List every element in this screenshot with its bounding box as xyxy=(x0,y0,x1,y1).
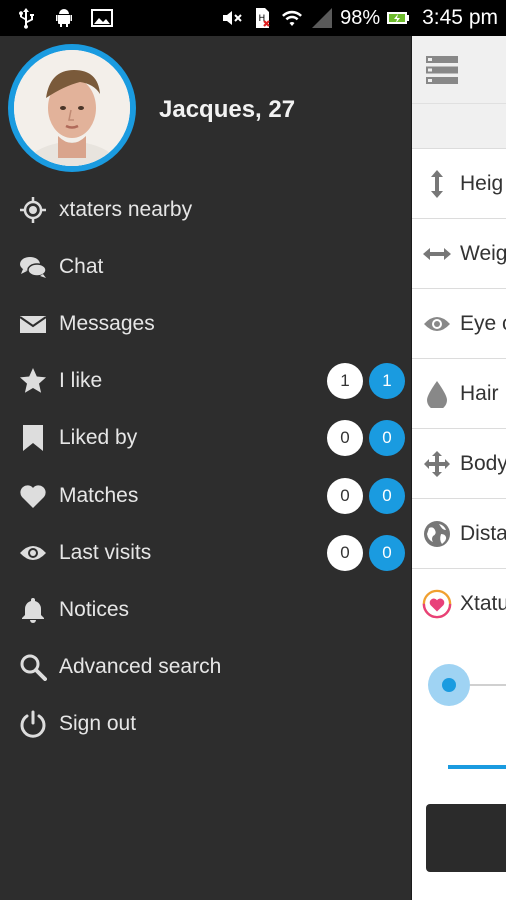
badge-group: 1 1 xyxy=(327,363,405,400)
menu-item-label: Advanced search xyxy=(59,655,222,679)
mute-icon xyxy=(223,11,242,25)
power-icon xyxy=(18,709,48,739)
app-screen: H 98% 3:45 pm Jacques, 27 xtaters nearby… xyxy=(0,0,506,900)
menu-item-matches[interactable]: Matches 0 0 xyxy=(0,467,412,524)
horizontal-arrows-icon xyxy=(422,239,452,269)
count-badge: 0 xyxy=(327,477,363,514)
heart-badge-icon xyxy=(422,589,452,619)
badge-group: 0 0 xyxy=(327,477,405,514)
vertical-arrows-icon xyxy=(422,169,452,199)
menu-item-last-visits[interactable]: Last visits 0 0 xyxy=(0,524,412,581)
list-menu-icon[interactable] xyxy=(426,56,458,84)
badge-group: 0 0 xyxy=(327,420,405,457)
attribute-label: Dista xyxy=(460,521,506,545)
menu-item-advanced-search[interactable]: Advanced search xyxy=(0,639,412,696)
menu-item-label: Notices xyxy=(59,597,130,621)
attribute-label: Heig xyxy=(460,171,504,195)
drop-icon xyxy=(422,379,452,409)
menu-item-label: Messages xyxy=(59,311,155,335)
battery-percent: 98% xyxy=(340,6,381,29)
menu-item-label: I like xyxy=(59,369,103,393)
avatar[interactable] xyxy=(8,44,136,172)
attribute-row-height[interactable]: Heig xyxy=(412,149,506,219)
attribute-row-weight[interactable]: Weig xyxy=(412,219,506,289)
attribute-label: Eye c xyxy=(460,311,506,335)
new-count-badge: 0 xyxy=(369,534,405,571)
main-content: Heig Weig Eye c Hair Body xyxy=(412,36,506,900)
attribute-label: Hair xyxy=(460,381,499,405)
bell-icon xyxy=(18,595,48,625)
attribute-label: Weig xyxy=(460,241,506,265)
new-count-badge: 0 xyxy=(369,477,405,514)
menu-item-liked-by[interactable]: Liked by 0 0 xyxy=(0,410,412,467)
menu-item-messages[interactable]: Messages xyxy=(0,295,412,352)
clock: 3:45 pm xyxy=(422,6,498,29)
profile-photo xyxy=(14,50,130,166)
signal-icon xyxy=(312,8,333,28)
android-icon xyxy=(56,9,72,27)
action-button[interactable] xyxy=(426,804,506,872)
menu-item-label: Matches xyxy=(59,483,139,507)
count-badge: 1 xyxy=(327,363,363,400)
attribute-row-eye-color[interactable]: Eye c xyxy=(412,289,506,359)
attribute-row-hair[interactable]: Hair xyxy=(412,359,506,429)
wifi-icon xyxy=(282,10,303,26)
count-badge: 0 xyxy=(327,534,363,571)
move-arrows-icon xyxy=(422,449,452,479)
sim-alert-icon: H xyxy=(256,8,270,28)
chat-bubbles-icon xyxy=(18,252,48,282)
toolbar xyxy=(412,36,506,104)
star-icon xyxy=(18,366,48,396)
attribute-label: Xtatu xyxy=(460,591,506,615)
menu-item-label: Liked by xyxy=(59,426,138,450)
new-count-badge: 0 xyxy=(369,420,405,457)
bookmark-icon xyxy=(18,423,48,453)
menu-item-i-like[interactable]: I like 1 1 xyxy=(0,353,412,410)
status-bar: H 98% 3:45 pm xyxy=(0,0,506,36)
menu-item-label: Last visits xyxy=(59,540,152,564)
attribute-row-distance[interactable]: Dista xyxy=(412,499,506,569)
search-icon xyxy=(18,652,48,682)
section-spacer xyxy=(412,104,506,149)
attribute-label: Body xyxy=(460,451,506,475)
count-badge: 0 xyxy=(327,420,363,457)
range-slider-area xyxy=(412,623,506,900)
accent-underline xyxy=(448,765,506,769)
slider-thumb[interactable] xyxy=(442,678,456,692)
drawer-menu: xtaters nearby Chat Messages I like 1 1 … xyxy=(0,181,412,753)
menu-item-label: Chat xyxy=(59,254,104,278)
heart-icon xyxy=(18,481,48,511)
globe-icon xyxy=(422,519,452,549)
battery-charging-icon xyxy=(387,12,410,24)
menu-item-sign-out[interactable]: Sign out xyxy=(0,696,412,753)
badge-group: 0 0 xyxy=(327,534,405,571)
menu-item-xtaters-nearby[interactable]: xtaters nearby xyxy=(0,181,412,238)
envelope-icon xyxy=(18,309,48,339)
new-count-badge: 1 xyxy=(369,363,405,400)
navigation-drawer: Jacques, 27 xtaters nearby Chat Messages… xyxy=(0,36,412,900)
attribute-row-body[interactable]: Body xyxy=(412,429,506,499)
usb-icon xyxy=(19,8,34,29)
image-icon xyxy=(91,9,113,27)
menu-item-chat[interactable]: Chat xyxy=(0,238,412,295)
eye-icon xyxy=(18,538,48,568)
menu-item-label: xtaters nearby xyxy=(59,197,193,221)
profile-photo-illustration xyxy=(14,50,130,166)
menu-item-label: Sign out xyxy=(59,712,137,736)
location-target-icon xyxy=(18,195,48,225)
profile-name[interactable]: Jacques, 27 xyxy=(159,96,295,124)
eye-icon xyxy=(422,309,452,339)
menu-item-notices[interactable]: Notices xyxy=(0,581,412,638)
